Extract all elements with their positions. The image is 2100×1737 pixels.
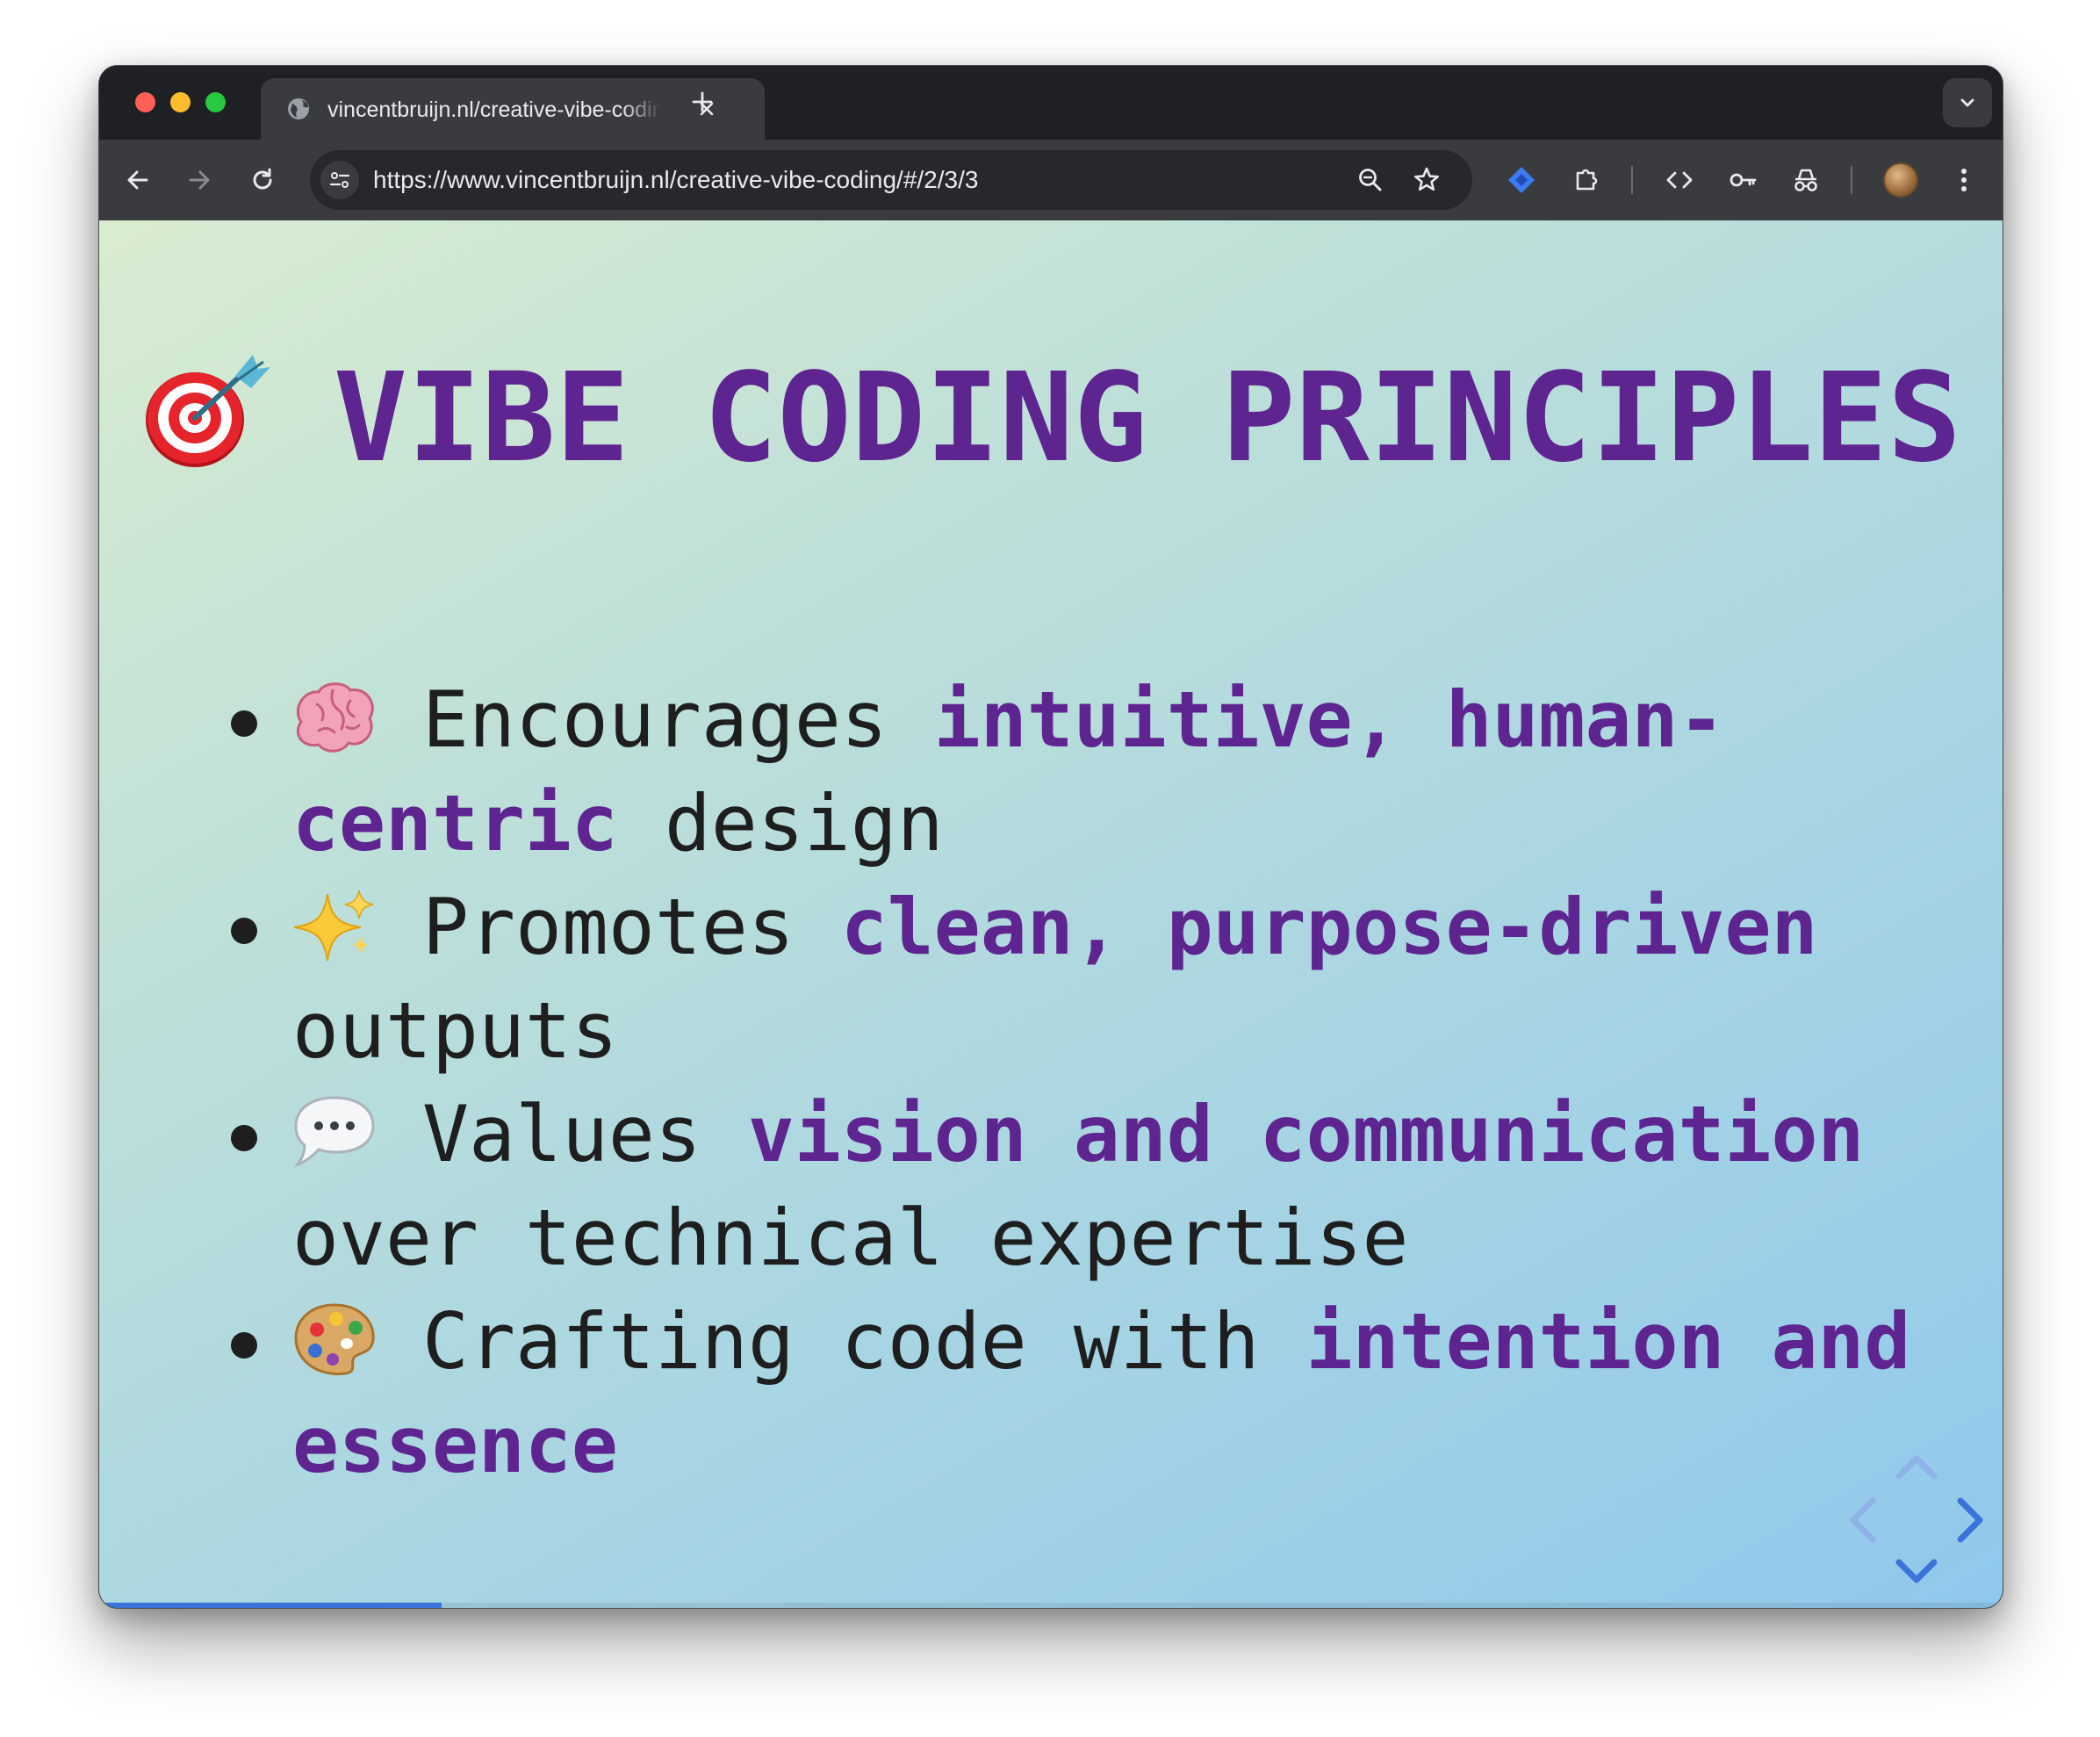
nav-up-icon[interactable] xyxy=(1895,1455,1938,1480)
bullet-text: Values xyxy=(422,1089,748,1179)
bullet-highlight: vision and communication xyxy=(747,1089,1865,1179)
address-bar[interactable]: https://www.vincentbruijn.nl/creative-vi… xyxy=(310,150,1472,210)
new-tab-icon[interactable] xyxy=(687,87,717,117)
list-item: Promotes clean, purpose-driven outputs xyxy=(231,876,1978,1083)
bullet-text: Promotes xyxy=(422,882,841,972)
brain-icon xyxy=(296,682,374,753)
tab-strip: vincentbruijn.nl/creative-vibe-coding xyxy=(99,66,2003,140)
code-brackets-icon[interactable] xyxy=(1664,164,1695,196)
bullet-dot xyxy=(231,918,257,944)
tab-title: vincentbruijn.nl/creative-vibe-coding xyxy=(327,97,661,122)
bullet-dot xyxy=(231,1332,257,1359)
forward-arrow-icon[interactable] xyxy=(183,164,215,196)
bullet-text: Encourages xyxy=(422,674,934,765)
toolbar-separator xyxy=(1851,166,1852,194)
bullet-text: over technical expertise xyxy=(292,1193,1409,1283)
back-arrow-icon[interactable] xyxy=(122,164,154,196)
slide-title: VIBE CODING PRINCIPLES xyxy=(99,342,2003,496)
bullet-text: design xyxy=(617,778,944,868)
bullet-text: Crafting code with xyxy=(422,1296,1306,1387)
reload-icon[interactable] xyxy=(247,164,278,196)
list-item: Values vision and communication over tec… xyxy=(231,1083,1978,1290)
list-item: Encourages intuitive, human-centric desi… xyxy=(231,668,1978,876)
nav-down-icon[interactable] xyxy=(1895,1559,1938,1583)
extension-diamond-icon[interactable] xyxy=(1506,164,1537,196)
slide-viewport: VIBE CODING PRINCIPLES Encourages intuit… xyxy=(99,220,2003,1608)
list-item: Crafting code with intention and essence xyxy=(231,1290,1978,1497)
bullet-dot xyxy=(231,710,257,737)
slide-progress-bar[interactable] xyxy=(99,1603,2003,1608)
more-menu-icon[interactable] xyxy=(1948,164,1980,196)
slide-navigation xyxy=(1850,1455,1983,1583)
nav-left-icon[interactable] xyxy=(1850,1497,1876,1543)
maximize-window-button[interactable] xyxy=(205,92,226,112)
incognito-icon[interactable] xyxy=(1790,164,1822,196)
speech-bubble-icon xyxy=(293,1096,375,1167)
slide-title-text: VIBE CODING PRINCIPLES xyxy=(333,347,1962,490)
bullet-dot xyxy=(231,1125,257,1151)
bullet-highlight: clean, purpose-driven xyxy=(840,882,1818,972)
profile-avatar[interactable] xyxy=(1883,162,1918,198)
extensions-puzzle-icon[interactable] xyxy=(1571,164,1602,196)
palette-icon xyxy=(294,1303,375,1376)
principles-list: Encourages intuitive, human-centric desi… xyxy=(231,668,1978,1497)
nav-right-icon[interactable] xyxy=(1957,1497,1983,1543)
bullet-text: outputs xyxy=(292,985,618,1076)
site-info-button[interactable] xyxy=(320,161,359,199)
sparkles-icon xyxy=(293,890,374,962)
dart-target-icon xyxy=(145,355,270,467)
globe-icon xyxy=(288,98,309,119)
close-window-button[interactable] xyxy=(135,92,155,112)
minimize-window-button[interactable] xyxy=(170,92,191,112)
chevron-down-icon xyxy=(1960,98,1974,107)
browser-window: vincentbruijn.nl/creative-vibe-coding ht… xyxy=(98,65,2003,1609)
url-text[interactable]: https://www.vincentbruijn.nl/creative-vi… xyxy=(373,166,978,194)
bookmark-star-icon[interactable] xyxy=(1411,164,1442,196)
zoom-icon[interactable] xyxy=(1355,164,1386,196)
toolbar-separator xyxy=(1631,166,1633,194)
password-key-icon[interactable] xyxy=(1727,164,1758,196)
slide-progress-fill xyxy=(99,1603,442,1608)
tune-icon xyxy=(329,172,350,188)
tab-search-button[interactable] xyxy=(1943,78,1992,127)
browser-toolbar: https://www.vincentbruijn.nl/creative-vi… xyxy=(99,140,2003,220)
